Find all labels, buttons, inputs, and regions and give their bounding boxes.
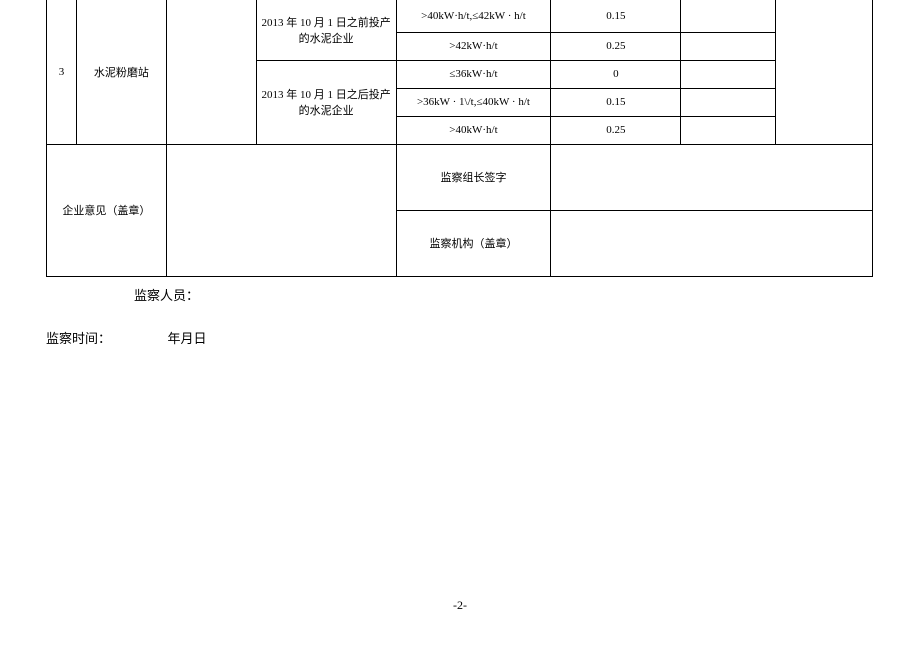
- cell-range: >36kW · 1\/t,≤40kW · h/t: [396, 88, 551, 116]
- cell-blank: [776, 0, 873, 144]
- cell-index: 3: [47, 0, 77, 144]
- cell-value: 0.15: [551, 88, 681, 116]
- cell-period-after: 2013 年 10 月 1 日之后投产的水泥企业: [256, 60, 396, 144]
- page-number: -2-: [0, 598, 920, 613]
- cell-value: 0.25: [551, 116, 681, 144]
- cell-enterprise-opinion: 企业意见（盖章）: [47, 144, 167, 276]
- cell-range: >40kW·h/t,≤42kW · h/t: [396, 0, 551, 32]
- cell-period-before: 2013 年 10 月 1 日之前投产的水泥企业: [256, 0, 396, 60]
- inspect-time-label: 监察时间：: [46, 331, 111, 346]
- cell-range: ≤36kW·h/t: [396, 60, 551, 88]
- cell-blank: [681, 60, 776, 88]
- cell-blank: [681, 32, 776, 60]
- footer-line: 监察人员：: [46, 285, 920, 304]
- inspector-label: 监察人员：: [134, 288, 199, 303]
- data-table: 3 水泥粉磨站 2013 年 10 月 1 日之前投产的水泥企业 >40kW·h…: [46, 0, 873, 277]
- inspect-time-line: 监察时间： 年月日: [46, 328, 920, 347]
- cell-range: >40kW·h/t: [396, 116, 551, 144]
- cell-name: 水泥粉磨站: [76, 0, 166, 144]
- cell-range: >42kW·h/t: [396, 32, 551, 60]
- cell-sig-org: 监察机构（盖章）: [396, 210, 551, 276]
- table-row: 3 水泥粉磨站 2013 年 10 月 1 日之前投产的水泥企业 >40kW·h…: [47, 0, 873, 32]
- cell-blank: [681, 88, 776, 116]
- table-row: 企业意见（盖章） 监察组长签字: [47, 144, 873, 210]
- cell-blank: [551, 144, 873, 210]
- cell-value: 0.25: [551, 32, 681, 60]
- cell-blank: [166, 0, 256, 144]
- cell-blank: [551, 210, 873, 276]
- cell-value: 0.15: [551, 0, 681, 32]
- document-page: 3 水泥粉磨站 2013 年 10 月 1 日之前投产的水泥企业 >40kW·h…: [0, 0, 920, 347]
- cell-blank: [166, 144, 396, 276]
- date-template: 年月日: [168, 331, 207, 346]
- cell-sig-leader: 监察组长签字: [396, 144, 551, 210]
- cell-blank: [681, 0, 776, 32]
- cell-value: 0: [551, 60, 681, 88]
- cell-blank: [681, 116, 776, 144]
